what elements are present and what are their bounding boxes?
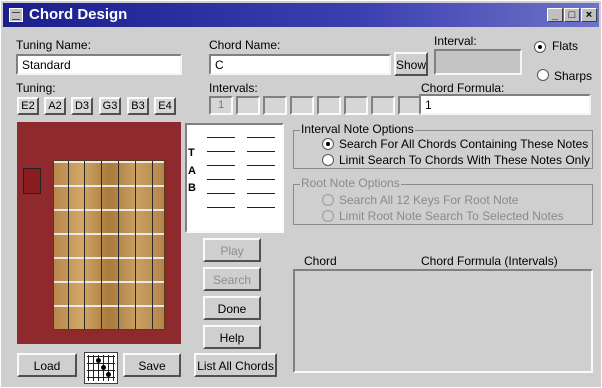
guitar-string	[152, 161, 153, 329]
interval-box-6[interactable]	[344, 96, 368, 115]
interval-box-1[interactable]: 1	[209, 96, 233, 115]
chord-name-label: Chord Name:	[209, 38, 281, 52]
fret-line	[54, 161, 164, 163]
done-button[interactable]: Done	[203, 296, 261, 320]
interval-box-4[interactable]	[290, 96, 314, 115]
tuning-string-1[interactable]: E2	[17, 97, 39, 115]
sharps-radio[interactable]	[537, 69, 549, 81]
guitar-neck[interactable]	[53, 160, 165, 330]
load-button[interactable]: Load	[17, 353, 77, 377]
grid-dot	[96, 358, 101, 363]
intervals-label: Intervals:	[209, 81, 258, 95]
chord-results-list[interactable]	[293, 269, 593, 373]
play-button[interactable]: Play	[203, 238, 261, 262]
interval-field[interactable]	[434, 49, 522, 75]
fret-position-marker[interactable]	[23, 168, 41, 194]
guitar-string	[118, 161, 119, 329]
tab-line	[247, 165, 275, 166]
save-button[interactable]: Save	[123, 353, 181, 377]
tuning-name-field[interactable]: Standard	[16, 54, 182, 75]
tab-line	[207, 151, 235, 152]
grid-line	[87, 356, 115, 357]
tab-letter-a: A	[188, 165, 196, 177]
maximize-icon[interactable]: □	[564, 8, 580, 22]
grid-dot	[106, 372, 111, 377]
grid-line	[87, 377, 115, 378]
grid-line	[87, 363, 115, 364]
fret-line	[54, 185, 164, 187]
tuning-string-3[interactable]: D3	[71, 97, 93, 115]
interval-box-5[interactable]	[317, 96, 341, 115]
minimize-icon[interactable]: _	[547, 8, 563, 22]
chord-name-field[interactable]: C	[209, 54, 391, 75]
guitar-string	[135, 161, 136, 329]
tuning-string-6[interactable]: E4	[154, 97, 176, 115]
search-12-keys-radio[interactable]	[322, 194, 334, 206]
guitar-string	[68, 161, 69, 329]
fret-line	[54, 233, 164, 235]
fret-line	[54, 209, 164, 211]
tab-line	[247, 151, 275, 152]
grid-line	[87, 370, 115, 371]
limit-root-label: Limit Root Note Search To Selected Notes	[339, 209, 564, 223]
window-title: Chord Design	[29, 6, 128, 23]
tuning-string-5[interactable]: B3	[127, 97, 149, 115]
fret-line	[54, 305, 164, 307]
tab-line	[247, 207, 275, 208]
guitar-string	[84, 161, 85, 329]
interval-note-options-title: Interval Note Options	[300, 122, 415, 136]
root-note-options-title: Root Note Options	[300, 176, 401, 190]
tab-line	[207, 179, 235, 180]
tab-line	[247, 193, 275, 194]
tab-line	[207, 137, 235, 138]
fretboard-panel[interactable]	[17, 122, 181, 344]
interval-label: Interval:	[434, 34, 477, 48]
chord-design-window: Chord Design _ □ × Tuning Name: Standard…	[0, 0, 602, 388]
app-icon	[9, 8, 23, 22]
sharps-label: Sharps	[554, 69, 593, 83]
grid-dot	[101, 365, 106, 370]
tuning-label: Tuning:	[16, 81, 56, 95]
limit-search-label: Limit Search To Chords With These Notes …	[339, 153, 590, 167]
interval-box-2[interactable]	[236, 96, 260, 115]
chord-column-header: Chord	[304, 254, 337, 268]
chord-formula-column-header: Chord Formula (Intervals)	[421, 254, 558, 268]
close-icon[interactable]: ×	[581, 8, 597, 22]
show-button[interactable]: Show	[394, 52, 428, 76]
tab-line	[247, 179, 275, 180]
search-button[interactable]: Search	[203, 267, 261, 291]
chord-formula-label: Chord Formula:	[421, 81, 505, 95]
tuning-name-label: Tuning Name:	[16, 38, 91, 52]
chord-grid-icon[interactable]	[84, 352, 118, 384]
limit-search-radio[interactable]	[322, 154, 334, 166]
flats-radio[interactable]	[534, 41, 546, 53]
flats-label: Flats	[552, 39, 579, 53]
help-button[interactable]: Help	[203, 325, 261, 349]
chord-formula-field[interactable]: 1	[419, 94, 591, 115]
interval-box-3[interactable]	[263, 96, 287, 115]
search-12-keys-label: Search All 12 Keys For Root Note	[339, 193, 519, 207]
tab-line	[207, 165, 235, 166]
fret-line	[54, 257, 164, 259]
tab-line	[207, 193, 235, 194]
search-all-chords-label: Search For All Chords Containing These N…	[339, 137, 589, 151]
fret-line	[54, 281, 164, 283]
tuning-string-2[interactable]: A2	[44, 97, 66, 115]
tuning-string-4[interactable]: G3	[99, 97, 121, 115]
search-all-chords-radio[interactable]	[322, 138, 334, 150]
tab-line	[207, 207, 235, 208]
limit-root-radio[interactable]	[322, 210, 334, 222]
guitar-string	[101, 161, 102, 329]
tab-letter-t: T	[188, 147, 195, 159]
interval-box-7[interactable]	[371, 96, 395, 115]
tab-line	[247, 137, 275, 138]
tab-display: T A B	[185, 123, 284, 233]
title-bar: Chord Design _ □ ×	[3, 3, 599, 27]
list-all-chords-button[interactable]: List All Chords	[194, 353, 277, 377]
tab-letter-b: B	[188, 182, 196, 194]
